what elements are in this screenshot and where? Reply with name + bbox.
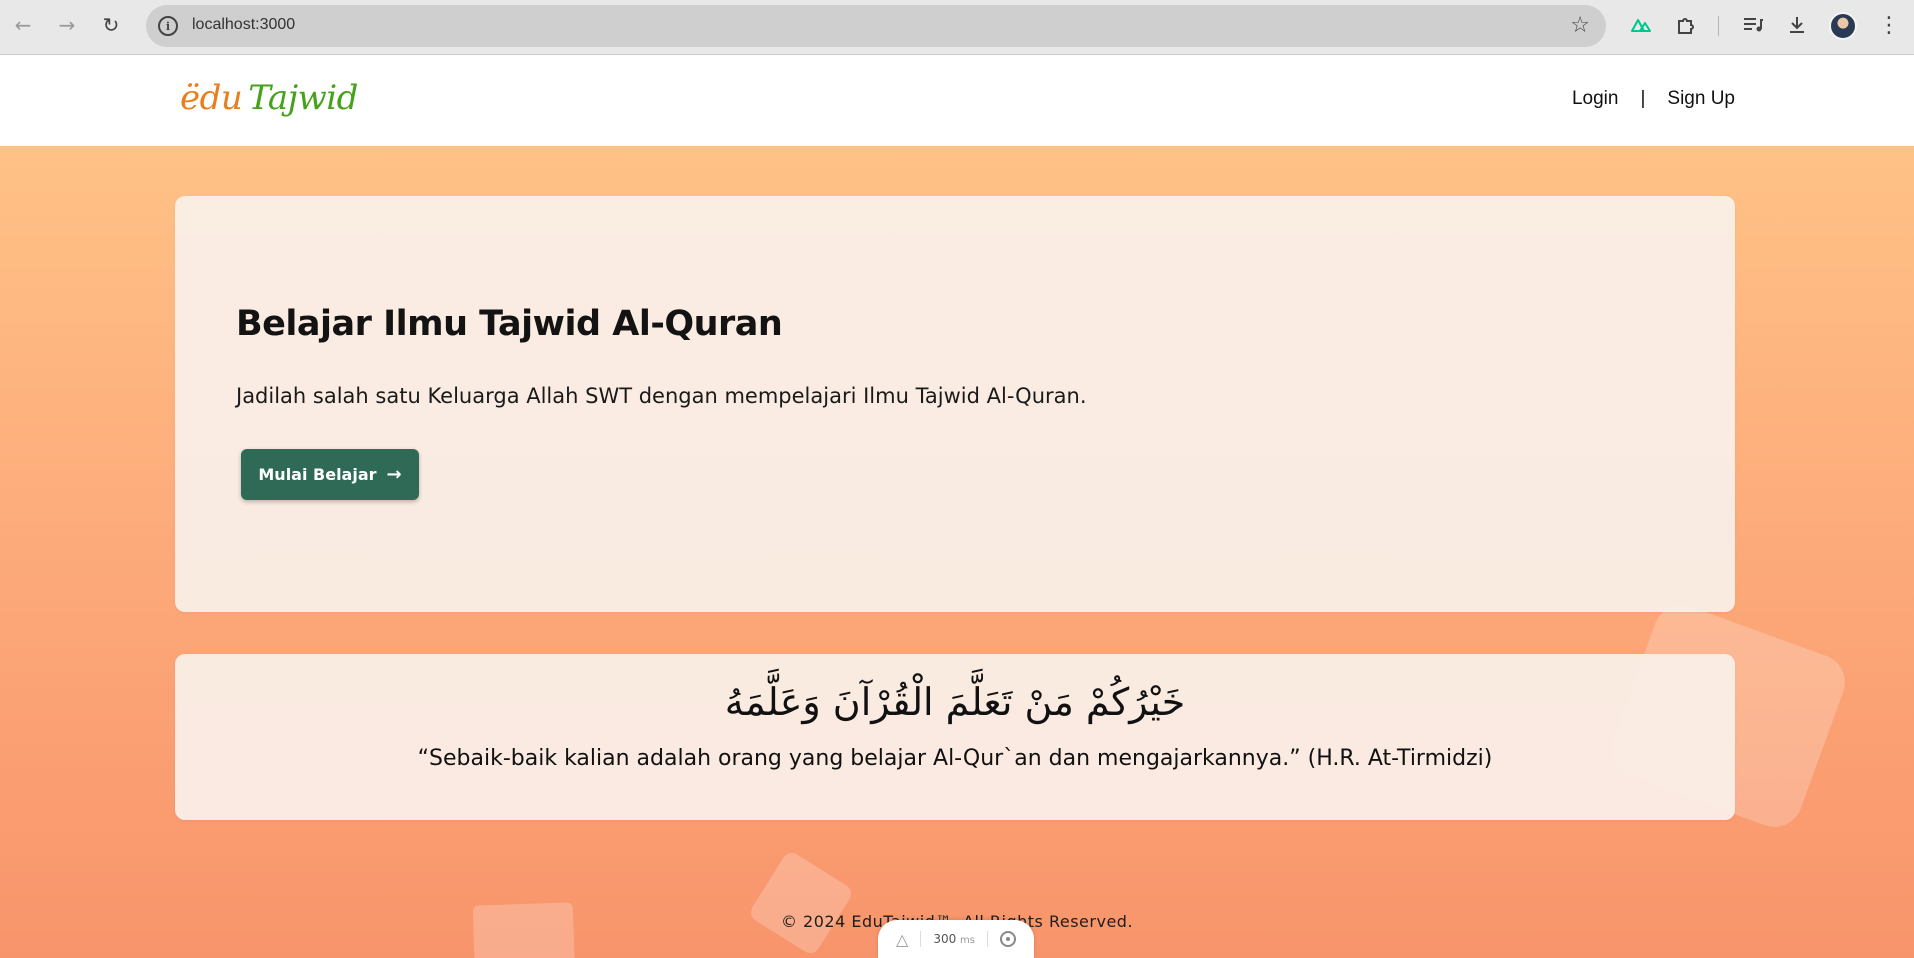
menu-kebab-icon[interactable]: ⋮ — [1876, 12, 1902, 38]
auth-nav: Login | Sign Up — [1572, 88, 1735, 110]
main-content: Belajar Ilmu Tajwid Al-Quran Jadilah sal… — [0, 146, 1914, 958]
site-header: ëdu Tajwid Login | Sign Up — [0, 56, 1914, 146]
toolbar-divider — [1718, 16, 1719, 36]
render-timing-unit: ms — [960, 935, 975, 946]
hadith-translation: “Sebaik-baik kalian adalah orang yang be… — [417, 746, 1493, 771]
address-bar[interactable]: i localhost:3000 ☆ — [146, 5, 1606, 47]
hero-subtitle: Jadilah salah satu Keluarga Allah SWT de… — [236, 384, 1087, 408]
login-link[interactable]: Login — [1572, 88, 1619, 110]
reload-icon[interactable]: ↻ — [96, 10, 126, 40]
forward-icon[interactable]: → — [52, 10, 82, 40]
bookmark-star-icon[interactable]: ☆ — [1570, 13, 1590, 38]
auth-separator: | — [1640, 88, 1646, 109]
devtools-divider — [987, 931, 988, 947]
back-icon[interactable]: ← — [8, 10, 38, 40]
hadith-arabic-text: خَيْرُكُمْ مَنْ تَعَلَّمَ الْقُرْآنَ وَع… — [724, 680, 1186, 724]
nuxt-devtools-icon[interactable] — [1628, 12, 1654, 38]
render-timing-value: 300 — [933, 932, 957, 946]
render-timing: 300 ms — [933, 932, 975, 946]
site-logo[interactable]: ëdu Tajwid — [180, 78, 358, 118]
start-learning-button[interactable]: Mulai Belajar → — [241, 449, 419, 500]
signup-link[interactable]: Sign Up — [1667, 88, 1735, 110]
hero-card: Belajar Ilmu Tajwid Al-Quran Jadilah sal… — [175, 196, 1735, 612]
url-text[interactable]: localhost:3000 — [192, 16, 295, 34]
devtools-divider — [920, 931, 922, 947]
logo-tajwid-text: Tajwid — [248, 78, 358, 118]
hero-title: Belajar Ilmu Tajwid Al-Quran — [236, 304, 783, 344]
puzzle-extensions-icon[interactable] — [1673, 12, 1699, 38]
site-info-icon[interactable]: i — [158, 16, 178, 36]
nuxt-logo-icon[interactable]: △ — [896, 930, 908, 949]
devtools-pill[interactable]: △ 300 ms — [878, 920, 1034, 958]
profile-avatar[interactable] — [1829, 12, 1857, 40]
browser-toolbar: ← → ↻ i localhost:3000 ☆ ⋮ — [0, 0, 1914, 55]
download-icon[interactable] — [1784, 12, 1810, 38]
inspect-target-icon[interactable] — [1000, 931, 1016, 947]
hadith-card: خَيْرُكُمْ مَنْ تَعَلَّمَ الْقُرْآنَ وَع… — [175, 654, 1735, 820]
decorative-shape — [747, 849, 855, 957]
arrow-right-icon: → — [386, 464, 402, 485]
media-queue-icon[interactable] — [1740, 12, 1766, 38]
logo-edu-text: ëdu — [180, 78, 243, 118]
start-learning-label: Mulai Belajar — [258, 465, 377, 484]
